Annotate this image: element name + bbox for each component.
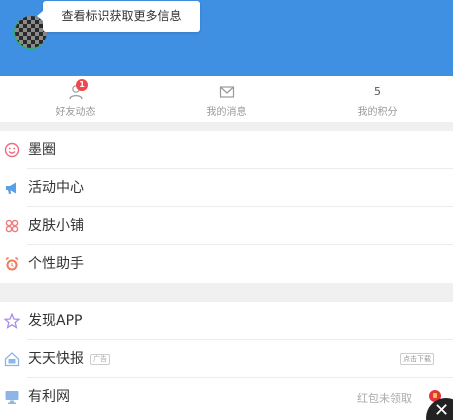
menu-item-tiantian-kuaibao[interactable]: 天天快报 广告 点击下载 xyxy=(0,340,453,378)
star-icon xyxy=(4,313,20,329)
menu-item-skin-shop[interactable]: 皮肤小铺 xyxy=(0,207,453,245)
menu-item-text: 天天快报 xyxy=(28,351,84,367)
menu-item-label: 活动中心 xyxy=(28,180,84,196)
profile-header: 查看标识获取更多信息 xyxy=(0,0,453,76)
mail-icon xyxy=(219,86,234,98)
menu-item-label: 墨圈 xyxy=(28,142,56,158)
stat-friend-feed[interactable]: 1 好友动态 xyxy=(0,76,151,122)
stats-bar: 1 好友动态 我的消息 5 我的积分 xyxy=(0,76,453,122)
menu-item-discover-app[interactable]: 发现APP xyxy=(0,302,453,340)
menu-item-label: 个性助手 xyxy=(28,256,84,272)
stat-label: 我的消息 xyxy=(206,107,247,118)
info-tooltip[interactable]: 查看标识获取更多信息 xyxy=(37,1,200,32)
notification-badge: 1 xyxy=(76,79,88,91)
megaphone-icon xyxy=(6,182,16,194)
download-button[interactable]: 点击下载 xyxy=(400,353,434,365)
menu-item-activity-center[interactable]: 活动中心 xyxy=(0,169,453,207)
menu-group-primary: 墨圈 活动中心 皮肤小铺 个性助手 xyxy=(0,131,453,283)
ad-icon xyxy=(4,352,20,367)
menu-item-label: 有利网 xyxy=(28,389,70,405)
menu-item-youli-wang[interactable]: 有利网 红包未领取 xyxy=(0,378,453,416)
stat-points[interactable]: 5 我的积分 xyxy=(302,76,453,122)
stat-label: 我的积分 xyxy=(357,107,398,118)
menu-item-moquan[interactable]: 墨圈 xyxy=(0,131,453,169)
stat-messages[interactable]: 我的消息 xyxy=(151,76,302,122)
menu-item-label: 天天快报 广告 xyxy=(28,349,110,369)
monitor-icon xyxy=(5,391,19,404)
menu-item-label: 皮肤小铺 xyxy=(28,218,84,234)
red-packet-status: 红包未领取 xyxy=(357,392,412,405)
menu-item-personal-assistant[interactable]: 个性助手 xyxy=(0,245,453,283)
ad-tag: 广告 xyxy=(90,353,110,365)
alarm-icon xyxy=(5,256,19,271)
close-icon: ✕ xyxy=(434,400,450,420)
stat-label: 好友动态 xyxy=(55,107,96,118)
menu-group-secondary: 发现APP 天天快报 广告 点击下载 有利网 红包未领取 xyxy=(0,302,453,420)
smile-icon xyxy=(4,142,20,158)
clover-icon xyxy=(5,219,19,233)
menu-item-label: 发现APP xyxy=(28,313,83,329)
points-value: 5 xyxy=(374,85,381,98)
